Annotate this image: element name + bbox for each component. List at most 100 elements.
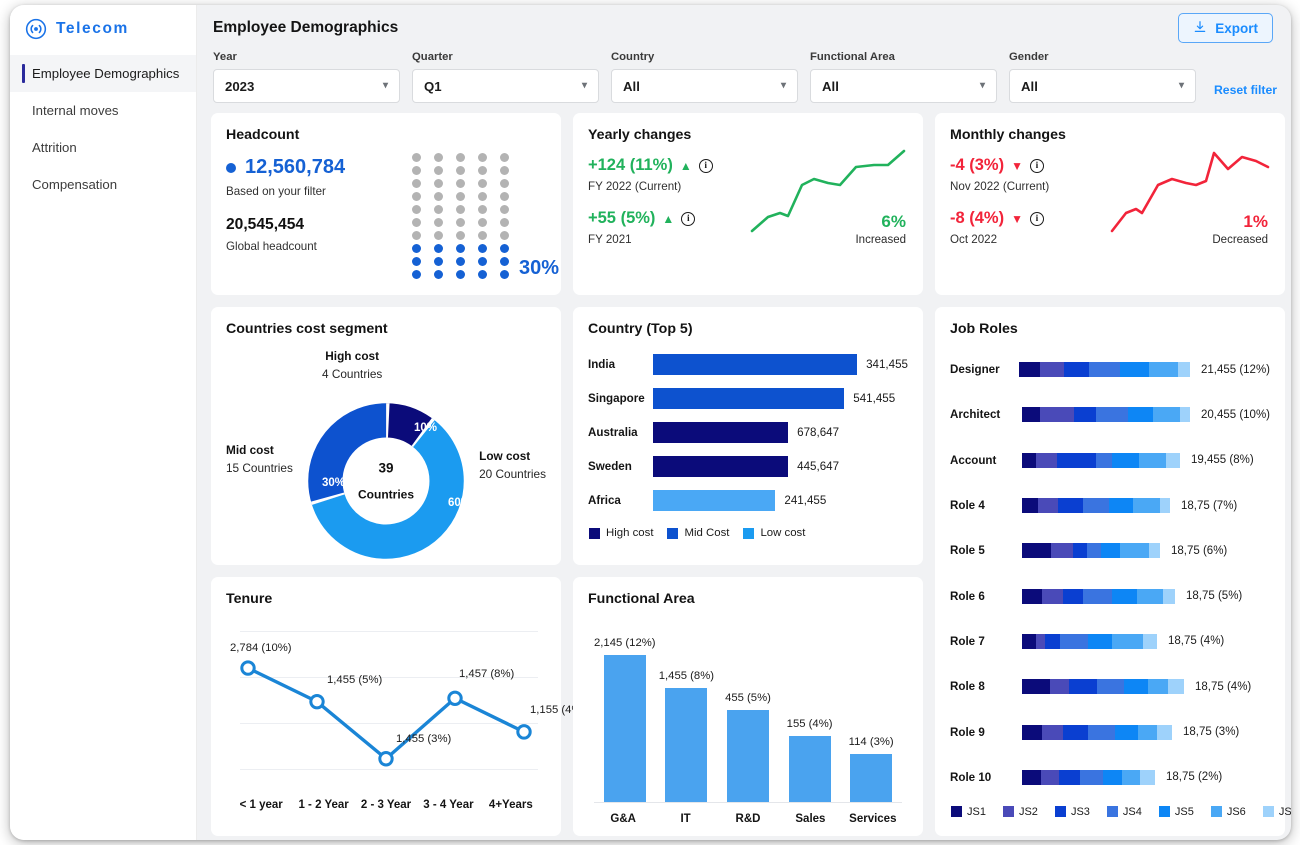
job-role-row: Account 19,455 (8%) xyxy=(950,438,1270,483)
job-role-row: Architect 20,455 (10%) xyxy=(950,392,1270,437)
sidebar-item-employee-demographics[interactable]: Employee Demographics xyxy=(10,55,196,92)
country-bar-track: 241,455 xyxy=(653,489,908,511)
sidebar-item-internal-moves[interactable]: Internal moves xyxy=(10,92,196,129)
sidebar-item-attrition[interactable]: Attrition xyxy=(10,129,196,166)
job-role-segment xyxy=(1044,633,1060,649)
job-role-segment xyxy=(1022,588,1042,604)
legend-item[interactable]: High cost xyxy=(589,527,653,539)
job-role-stacked-bar[interactable] xyxy=(1022,679,1184,695)
tenure-point-label: 1,457 (8%) xyxy=(459,668,515,681)
tenure-point[interactable] xyxy=(516,724,532,740)
job-role-stacked-bar[interactable] xyxy=(1022,543,1160,559)
filter-quarter: Quarter Q1 ▾ xyxy=(412,51,599,103)
info-icon[interactable]: i xyxy=(1029,211,1044,226)
job-role-value: 18,75 (6%) xyxy=(1171,544,1228,557)
export-button[interactable]: Export xyxy=(1178,13,1273,43)
job-role-stacked-bar[interactable] xyxy=(1022,498,1170,514)
job-role-stacked-bar[interactable] xyxy=(1022,588,1175,604)
tenure-point[interactable] xyxy=(447,690,463,706)
country-bar-value: 241,455 xyxy=(784,493,827,507)
legend-swatch xyxy=(1262,806,1274,818)
legend-item[interactable]: Low cost xyxy=(743,527,805,539)
year-select-value: 2023 xyxy=(225,78,255,94)
job-role-segment xyxy=(1063,588,1084,604)
matrix-dot xyxy=(412,205,421,214)
country-bar-fill[interactable] xyxy=(653,421,789,443)
country-bar-fill[interactable] xyxy=(653,387,845,409)
job-role-stacked-bar[interactable] xyxy=(1019,362,1190,378)
quarter-select[interactable]: Q1 ▾ xyxy=(412,69,599,103)
country-bar-fill[interactable] xyxy=(653,455,789,477)
matrix-dot xyxy=(478,218,487,227)
job-role-row: Role 9 18,75 (3%) xyxy=(950,709,1270,754)
donut-center-number: 39 xyxy=(378,460,394,476)
trend-up-icon: ▲ xyxy=(662,211,675,226)
tenure-point[interactable] xyxy=(378,751,394,767)
functional-area-select[interactable]: All ▾ xyxy=(810,69,997,103)
functional-area-bar[interactable] xyxy=(665,687,708,803)
country-select[interactable]: All ▾ xyxy=(611,69,798,103)
job-role-stacked-bar[interactable] xyxy=(1021,407,1190,423)
gender-select[interactable]: All ▾ xyxy=(1009,69,1196,103)
functional-area-bar[interactable] xyxy=(603,655,646,803)
country-bar-fill[interactable] xyxy=(653,353,858,375)
job-role-name: Account xyxy=(950,453,997,467)
job-role-value: 18,75 (4%) xyxy=(1195,680,1252,693)
legend-swatch xyxy=(1054,806,1066,818)
reset-filter-link[interactable]: Reset filter xyxy=(1214,83,1277,103)
axis-tick-label: G&A xyxy=(610,813,636,825)
job-role-stacked-bar[interactable] xyxy=(1022,633,1157,649)
card-title: Job Roles xyxy=(950,321,1018,337)
matrix-dot xyxy=(456,244,465,253)
legend-item[interactable]: JS7 xyxy=(1262,806,1291,818)
job-role-name: Role 10 xyxy=(950,770,992,784)
matrix-dot xyxy=(456,166,465,175)
donut-label-high-cost: High cost 4 Countries xyxy=(322,349,383,381)
job-role-segment xyxy=(1112,633,1144,649)
brand-name: Telecom xyxy=(56,20,129,37)
country-legend: High cost Mid Cost Low cost xyxy=(588,527,908,539)
functional-area-bar[interactable] xyxy=(850,754,893,803)
job-role-stacked-bar[interactable] xyxy=(1022,452,1180,468)
monthly-primary-period: Nov 2022 (Current) xyxy=(950,180,1050,193)
job-role-stacked-bar[interactable] xyxy=(1022,724,1172,740)
functional-area-bar[interactable] xyxy=(726,709,769,803)
functional-area-bar[interactable] xyxy=(788,736,831,803)
info-icon[interactable]: i xyxy=(1029,158,1044,173)
legend-item[interactable]: JS4 xyxy=(1106,806,1142,818)
chevron-down-icon: ▾ xyxy=(581,80,587,91)
job-role-value: 19,455 (8%) xyxy=(1191,454,1254,467)
info-icon[interactable]: i xyxy=(681,211,696,226)
legend-item[interactable]: JS2 xyxy=(1002,806,1038,818)
tenure-point[interactable] xyxy=(309,693,325,710)
country-name: India xyxy=(588,357,616,371)
job-role-value: 18,75 (3%) xyxy=(1183,726,1240,739)
headcount-filtered-value: 12,560,784 xyxy=(245,156,346,178)
sidebar-item-compensation[interactable]: Compensation xyxy=(10,166,196,203)
job-role-segment xyxy=(1040,769,1060,785)
matrix-dot xyxy=(434,192,443,201)
matrix-dot xyxy=(434,231,443,240)
legend-item[interactable]: Mid Cost xyxy=(667,527,729,539)
country-bar-fill[interactable] xyxy=(653,489,776,511)
sidebar-item-label: Internal moves xyxy=(32,103,119,118)
country-top5-card: Country (Top 5) India 341,455 Singapore 541… xyxy=(573,307,923,565)
monthly-secondary-period: Oct 2022 xyxy=(950,233,998,246)
matrix-dot xyxy=(478,270,487,279)
functional-area-column: 1,455 (8%) xyxy=(656,631,718,803)
app-window: Telecom Employee Demographics Internal m… xyxy=(10,5,1291,840)
gender-select-value: All xyxy=(1021,78,1038,94)
tenure-point[interactable] xyxy=(240,660,256,676)
legend-item[interactable]: JS1 xyxy=(951,806,986,818)
matrix-dot xyxy=(456,270,465,279)
job-role-segment xyxy=(1086,543,1101,559)
legend-item[interactable]: JS5 xyxy=(1158,806,1194,818)
job-role-stacked-bar[interactable] xyxy=(1022,769,1155,785)
legend-item[interactable]: JS3 xyxy=(1054,806,1090,818)
legend-item[interactable]: JS6 xyxy=(1210,806,1246,818)
job-role-segment xyxy=(1041,724,1063,740)
year-select[interactable]: 2023 ▾ xyxy=(213,69,400,103)
tenure-point-label: 2,784 (10%) xyxy=(230,642,292,655)
job-role-value: 20,455 (10%) xyxy=(1200,408,1270,421)
info-icon[interactable]: i xyxy=(698,158,713,173)
